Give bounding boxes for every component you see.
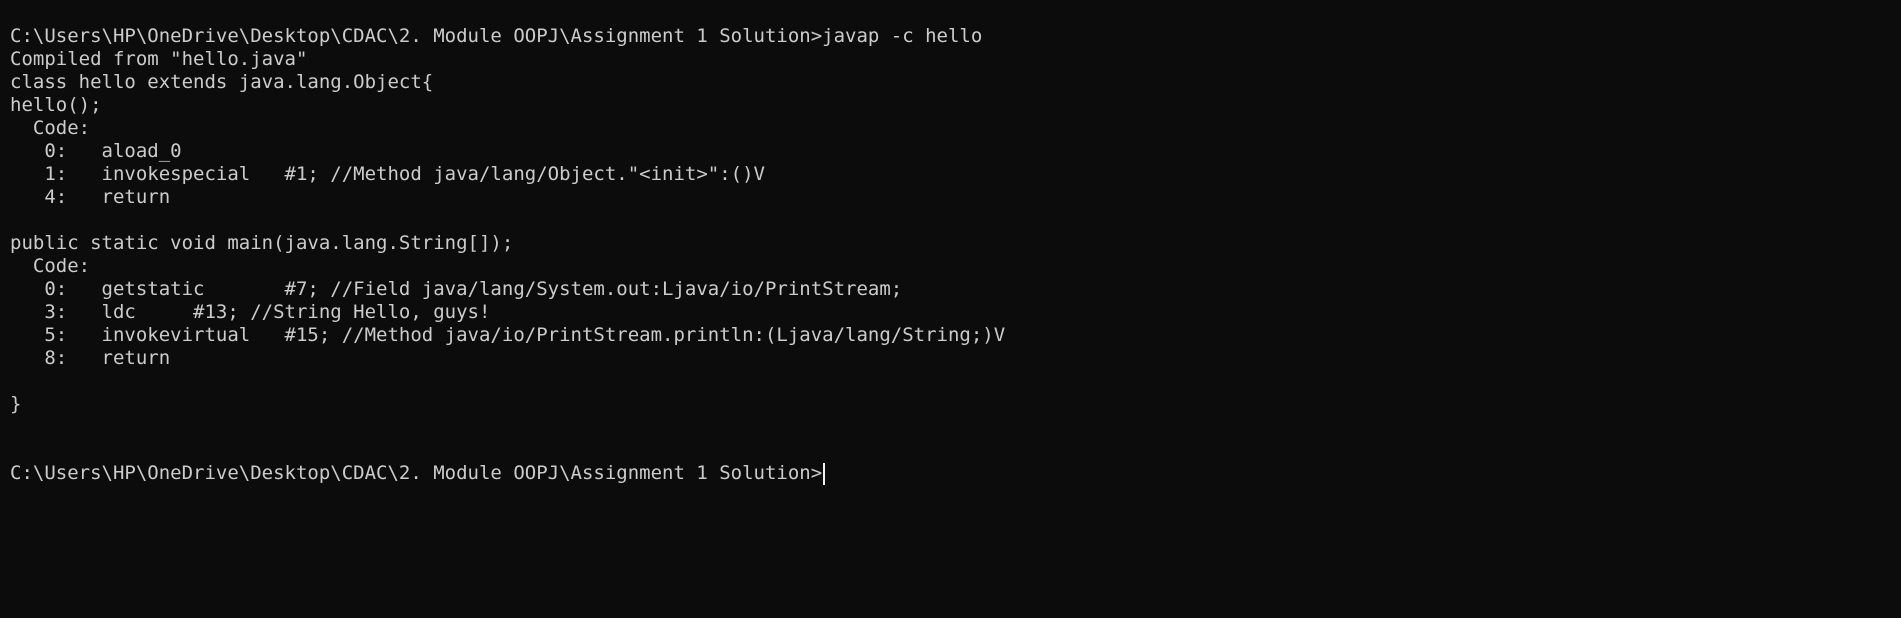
command-line: C:\Users\HP\OneDrive\Desktop\CDAC\2. Mod… [10, 25, 983, 47]
output-line: } [10, 393, 22, 415]
prompt-line[interactable]: C:\Users\HP\OneDrive\Desktop\CDAC\2. Mod… [10, 462, 1901, 485]
output-line: Code: [10, 117, 91, 139]
output-line: 3: ldc #13; //String Hello, guys! [10, 301, 491, 323]
output-line: class hello extends java.lang.Object{ [10, 71, 434, 93]
output-line: 1: invokespecial #1; //Method java/lang/… [10, 163, 765, 185]
output-line: public static void main(java.lang.String… [10, 232, 514, 254]
output-line: 0: aload_0 [10, 140, 182, 162]
output-line: 8: return [10, 347, 171, 369]
output-line: 0: getstatic #7; //Field java/lang/Syste… [10, 278, 903, 300]
output-line: Compiled from "hello.java" [10, 48, 308, 70]
text-cursor [823, 462, 826, 485]
terminal-window[interactable]: C:\Users\HP\OneDrive\Desktop\CDAC\2. Mod… [0, 0, 1901, 618]
output-line: hello(); [10, 94, 102, 116]
output-line: 5: invokevirtual #15; //Method java/io/P… [10, 324, 1006, 346]
prompt-text: C:\Users\HP\OneDrive\Desktop\CDAC\2. Mod… [10, 462, 823, 484]
output-line: 4: return [10, 186, 171, 208]
output-line: Code: [10, 255, 91, 277]
